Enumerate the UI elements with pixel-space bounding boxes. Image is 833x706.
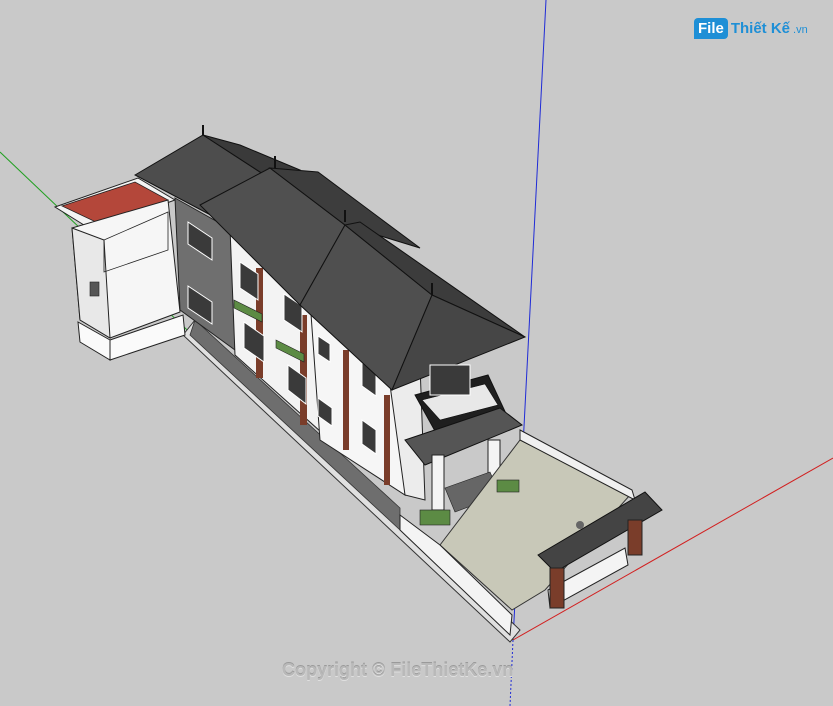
logo-suffix: .vn (793, 24, 808, 36)
sketchup-viewport[interactable] (0, 0, 833, 706)
logo: File Thiết Kế .vn (694, 14, 808, 42)
copyright-watermark: Copyright © FileThietKe.vn (282, 660, 514, 680)
logo-text: Thiết Kế (730, 19, 791, 37)
logo-badge: File (694, 17, 728, 39)
left-annex (53, 177, 186, 361)
